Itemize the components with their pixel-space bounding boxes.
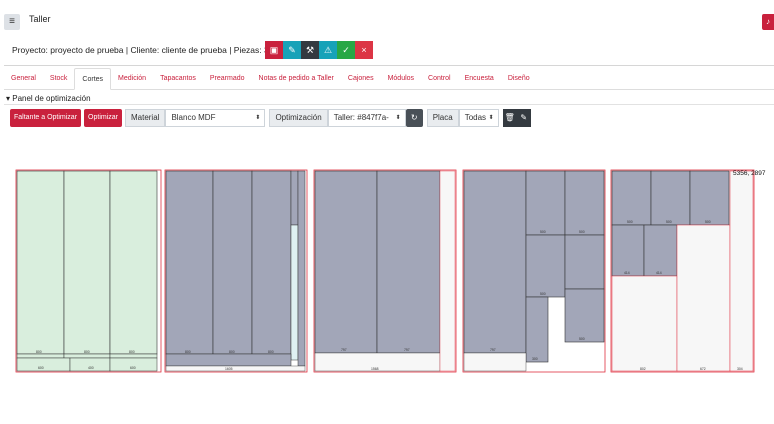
svg-text:1605: 1605 <box>225 367 233 371</box>
svg-text:400: 400 <box>88 366 94 370</box>
svg-text:800: 800 <box>229 350 235 354</box>
svg-text:800: 800 <box>84 350 90 354</box>
svg-text:500: 500 <box>705 220 711 224</box>
svg-text:800: 800 <box>268 350 274 354</box>
piece <box>212 170 253 355</box>
svg-text:600: 600 <box>38 366 44 370</box>
svg-text:304: 304 <box>737 367 743 371</box>
svg-text:414: 414 <box>624 271 630 275</box>
svg-text:500: 500 <box>579 230 585 234</box>
svg-text:802: 802 <box>640 367 646 371</box>
cutting-layouts: 800 800 800 600 400 600 800 800 800 1605 797 79… <box>15 169 766 373</box>
piece <box>16 170 65 355</box>
piece <box>376 170 441 354</box>
svg-text:500: 500 <box>540 230 546 234</box>
svg-text:800: 800 <box>129 350 135 354</box>
svg-text:797: 797 <box>341 348 347 352</box>
svg-text:672: 672 <box>700 367 706 371</box>
svg-text:800: 800 <box>36 350 42 354</box>
svg-text:500: 500 <box>540 292 546 296</box>
piece <box>314 170 378 354</box>
piece <box>463 170 527 354</box>
svg-text:1568: 1568 <box>371 367 379 371</box>
sheet-2: 800 800 800 1605 <box>164 169 308 373</box>
svg-text:797: 797 <box>490 348 496 352</box>
sheet-3: 797 797 1568 <box>313 169 457 373</box>
piece <box>165 170 214 355</box>
sheet-5: 500 500 500 414 414 802 672 304 5356, 2897 <box>610 169 766 373</box>
svg-text:600: 600 <box>130 366 136 370</box>
svg-text:500: 500 <box>579 337 585 341</box>
piece <box>63 170 111 355</box>
svg-text:414: 414 <box>656 271 662 275</box>
sheet-1: 800 800 800 600 400 600 <box>15 169 162 373</box>
svg-text:797: 797 <box>404 348 410 352</box>
svg-text:300: 300 <box>532 357 538 361</box>
svg-text:800: 800 <box>185 350 191 354</box>
sheet-4: 797 500 500 500 500 300 <box>462 169 606 373</box>
svg-text:500: 500 <box>666 220 672 224</box>
sheet-corner-label: 5356, 2897 <box>733 170 766 177</box>
piece <box>109 170 158 355</box>
svg-text:500: 500 <box>627 220 633 224</box>
piece <box>251 170 292 355</box>
